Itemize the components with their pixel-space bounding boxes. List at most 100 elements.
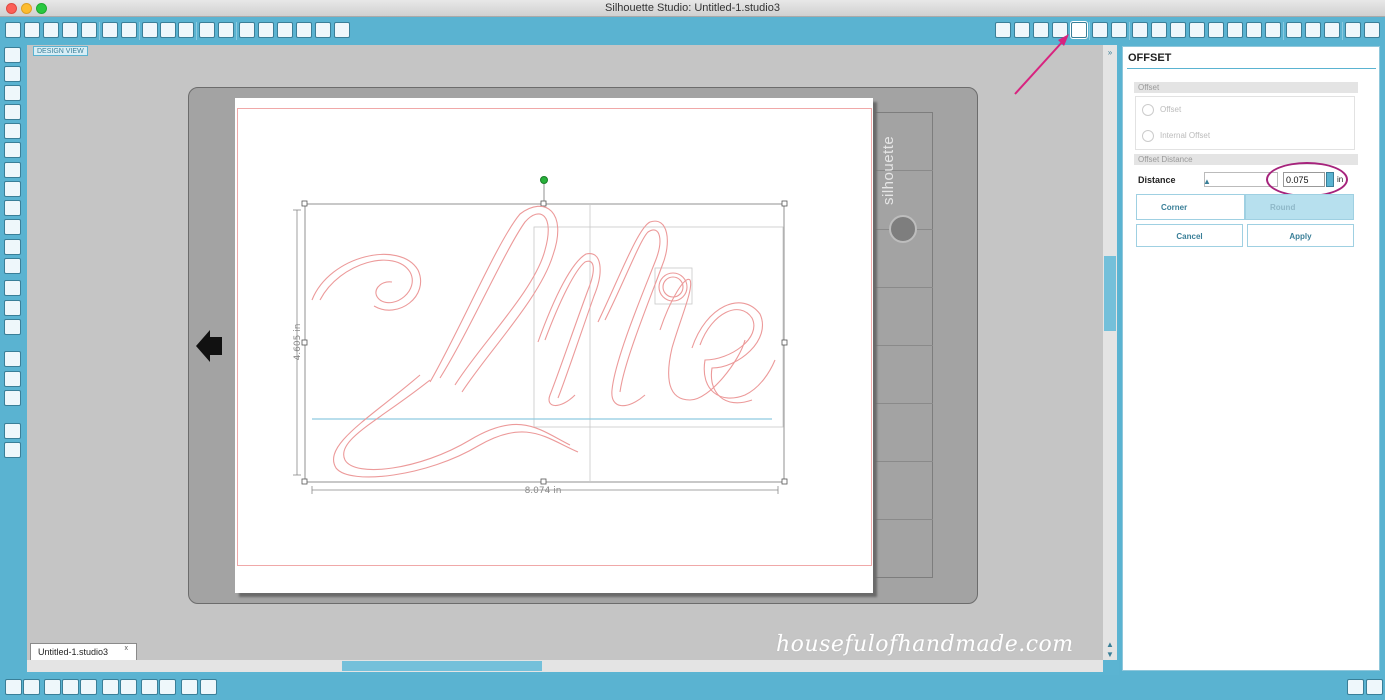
scale-icon[interactable] [1189, 22, 1205, 38]
round-button-label: Round [1270, 203, 1296, 212]
offset-shortcut-icon[interactable] [181, 679, 198, 695]
align-icon[interactable] [1111, 22, 1127, 38]
weld-icon[interactable] [80, 679, 97, 695]
arc-tool-icon[interactable] [4, 239, 21, 255]
online-store-icon[interactable] [4, 390, 21, 406]
close-tab-icon[interactable]: x [125, 645, 129, 652]
design-view-label: DESIGN VIEW [33, 46, 88, 56]
paste-icon[interactable] [160, 22, 176, 38]
page-setup-icon[interactable] [1286, 22, 1302, 38]
store-icon[interactable] [1364, 22, 1380, 38]
zoom-out-icon[interactable] [277, 22, 293, 38]
select-tool-icon[interactable] [4, 47, 21, 63]
apply-button[interactable]: Apply [1247, 224, 1354, 247]
regular-polygon-icon[interactable] [4, 258, 21, 274]
knife-icon[interactable] [1265, 22, 1281, 38]
internal-offset-option[interactable]: Internal Offset [1142, 130, 1210, 142]
scroll-down-icon[interactable]: ▼ [1105, 650, 1115, 659]
library-icon[interactable] [1345, 22, 1361, 38]
release-compound-icon[interactable] [62, 679, 79, 695]
cut-icon[interactable] [178, 22, 194, 38]
document-tab-label: Untitled-1.studio3 [38, 647, 109, 657]
design-view-icon[interactable] [4, 351, 21, 367]
round-button[interactable]: Round [1245, 194, 1354, 220]
ellipse-tool-icon[interactable] [4, 142, 21, 158]
annotation-highlight-ring [1266, 162, 1348, 197]
zoom-in-icon[interactable] [258, 22, 274, 38]
rounded-rectangle-tool-icon[interactable] [4, 123, 21, 139]
duplicate-icon[interactable] [102, 679, 119, 695]
feed-direction-arrow-body [210, 337, 222, 355]
offset-tool-icon[interactable] [1071, 22, 1087, 38]
horizontal-scroll-thumb[interactable] [342, 661, 542, 671]
undo-icon[interactable] [199, 22, 215, 38]
horizontal-scrollbar[interactable] [27, 660, 1103, 672]
send-to-cutter-icon[interactable] [121, 22, 137, 38]
corner-button[interactable]: Corner [1136, 194, 1245, 220]
internal-offset-label: Internal Offset [1160, 131, 1211, 141]
freehand-tool-icon[interactable] [4, 200, 21, 216]
make-compound-icon[interactable] [44, 679, 61, 695]
line-style-icon[interactable] [1092, 22, 1108, 38]
rectangle-tool-icon[interactable] [4, 104, 21, 120]
zoom-select-icon[interactable] [296, 22, 312, 38]
group-icon[interactable] [5, 679, 22, 695]
slider-knob-icon[interactable]: ▲ [1203, 177, 1211, 187]
offset-section-header: Offset [1134, 82, 1358, 93]
fit-to-window-icon[interactable] [334, 22, 350, 38]
cancel-button[interactable]: Cancel [1136, 224, 1243, 247]
library-view-icon[interactable] [4, 371, 21, 387]
offset-option[interactable]: Offset [1142, 104, 1181, 116]
save-icon[interactable] [62, 22, 78, 38]
text-tool-icon[interactable] [4, 280, 21, 296]
save-as-icon[interactable] [81, 22, 97, 38]
replicate-icon[interactable] [1227, 22, 1243, 38]
watermark: housefulofhandmade.com [776, 632, 1074, 657]
send-to-back-icon[interactable] [159, 679, 176, 695]
offset-option-label: Offset [1160, 105, 1182, 115]
show-panel-icon[interactable] [4, 423, 21, 439]
transform-icon[interactable] [1151, 22, 1167, 38]
knife-tool-icon[interactable] [4, 319, 21, 335]
smooth-freehand-icon[interactable] [4, 219, 21, 235]
line-tool-icon[interactable] [4, 85, 21, 101]
scroll-up-icon[interactable]: ▲ [1105, 640, 1115, 649]
pan-icon[interactable] [239, 22, 255, 38]
edit-points-icon[interactable] [4, 66, 21, 82]
vertical-scrollbar[interactable] [1103, 45, 1117, 660]
grid-view-icon[interactable] [4, 442, 21, 458]
fill-pattern-icon[interactable] [1033, 22, 1049, 38]
modify-icon[interactable] [1246, 22, 1262, 38]
delete-icon[interactable] [120, 679, 137, 695]
settings-gear-icon[interactable] [1347, 679, 1364, 695]
ungroup-icon[interactable] [23, 679, 40, 695]
panel-title: OFFSET [1128, 52, 1172, 64]
fill-color-icon[interactable] [995, 22, 1011, 38]
vertical-scroll-thumb[interactable] [1104, 256, 1116, 331]
polygon-tool-icon[interactable] [4, 162, 21, 178]
print-icon[interactable] [102, 22, 118, 38]
cut-settings-icon[interactable] [1324, 22, 1340, 38]
curve-tool-icon[interactable] [4, 181, 21, 197]
line-color-icon[interactable] [1014, 22, 1030, 38]
trace-shortcut-icon[interactable] [200, 679, 217, 695]
new-file-icon[interactable] [5, 22, 21, 38]
new-tab-icon[interactable] [43, 22, 59, 38]
open-file-icon[interactable] [24, 22, 40, 38]
window-title: Silhouette Studio: Untitled-1.studio3 [605, 2, 780, 14]
panel-collapse-icon[interactable]: » [1105, 48, 1115, 57]
bring-to-front-icon[interactable] [141, 679, 158, 695]
redo-icon[interactable] [218, 22, 234, 38]
text-style-icon[interactable] [1132, 22, 1148, 38]
help-icon[interactable] [1366, 679, 1383, 695]
copy-icon[interactable] [142, 22, 158, 38]
registration-icon[interactable] [1305, 22, 1321, 38]
document-tab[interactable]: Untitled-1.studio3 x [30, 643, 137, 660]
cut-border [237, 108, 872, 566]
trace-icon[interactable] [1052, 22, 1068, 38]
mirror-icon[interactable] [1208, 22, 1224, 38]
eraser-tool-icon[interactable] [4, 300, 21, 316]
main-toolbar [0, 17, 1385, 45]
drag-zoom-icon[interactable] [315, 22, 331, 38]
rotate-icon[interactable] [1170, 22, 1186, 38]
